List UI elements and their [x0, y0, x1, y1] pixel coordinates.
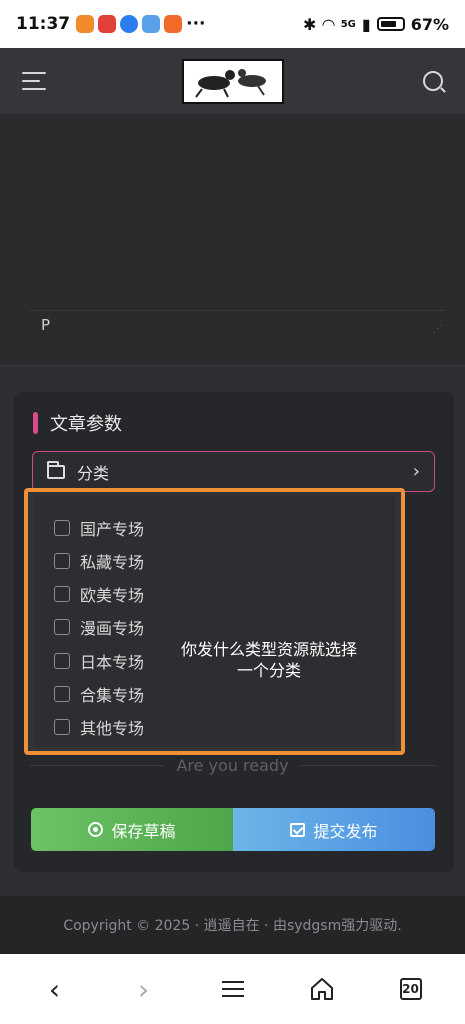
- content-editor[interactable]: P ⋰: [0, 114, 465, 366]
- dot-circle-icon: [88, 822, 104, 837]
- checkbox[interactable]: [54, 653, 70, 669]
- submit-publish-label: 提交发布: [313, 821, 378, 841]
- category-option[interactable]: 其他专场: [54, 715, 144, 739]
- background-card-edge: [405, 530, 453, 718]
- menu-icon[interactable]: [22, 72, 46, 90]
- search-icon[interactable]: [423, 71, 443, 91]
- category-option[interactable]: 国产专场: [54, 516, 144, 540]
- site-header: [0, 48, 465, 114]
- category-option[interactable]: 私藏专场: [54, 549, 144, 573]
- category-option[interactable]: 合集专场: [54, 682, 144, 706]
- section-title: 文章参数: [33, 410, 122, 436]
- bluetooth-icon: ✱: [303, 14, 317, 34]
- checkbox[interactable]: [54, 553, 70, 569]
- category-option[interactable]: 漫画专场: [54, 615, 144, 639]
- browser-menu-icon[interactable]: [213, 969, 253, 1009]
- category-label: 分类: [77, 463, 110, 483]
- category-option-label: 私藏专场: [80, 553, 145, 572]
- copyright-text: Copyright © 2025 · 逍遥自在 · 由sydgsm强力驱动.: [63, 918, 402, 934]
- accent-bar: [33, 412, 38, 434]
- editor-block-indicator: P: [41, 316, 51, 334]
- signal-icon: ▮: [361, 14, 371, 34]
- category-dropdown: 国产专场 私藏专场 欧美专场 漫画专场 日本专场 合集专场 其他专场 你发什么类…: [24, 488, 405, 755]
- action-buttons: 保存草稿 提交发布: [31, 808, 435, 851]
- category-option-label: 日本专场: [80, 653, 145, 672]
- app-notification-icon: [98, 15, 117, 33]
- check-square-icon: [290, 822, 306, 837]
- ready-text: Are you ready: [176, 756, 289, 775]
- site-logo[interactable]: [182, 59, 284, 104]
- back-icon[interactable]: ‹: [35, 969, 75, 1009]
- folder-open-icon: [47, 460, 65, 479]
- more-notifications: ···: [186, 14, 206, 34]
- section-title-text: 文章参数: [50, 414, 122, 435]
- network-label: 5G: [340, 18, 356, 30]
- category-option-label: 欧美专场: [80, 586, 145, 605]
- category-option-label: 国产专场: [80, 520, 145, 539]
- status-bar: 11:37 ··· ✱ ◠ 5G ▮ 67%: [0, 0, 465, 48]
- category-option-label: 其他专场: [80, 719, 145, 738]
- category-option-label: 合集专场: [80, 686, 145, 705]
- checkbox[interactable]: [54, 686, 70, 702]
- save-draft-label: 保存草稿: [111, 821, 176, 841]
- save-draft-button[interactable]: 保存草稿: [31, 808, 233, 851]
- submit-publish-button[interactable]: 提交发布: [233, 808, 435, 851]
- browser-nav-bar: ‹ › 20: [0, 954, 465, 1024]
- wifi-icon: ◠: [322, 14, 335, 34]
- ready-separator: Are you ready: [30, 756, 435, 775]
- app-notification-icon: [76, 15, 95, 33]
- annotation-hint-line: 你发什么类型资源就选择: [180, 640, 357, 659]
- annotation-hint: 你发什么类型资源就选择 一个分类: [164, 639, 374, 681]
- home-icon[interactable]: [302, 969, 342, 1009]
- battery-icon: [376, 17, 405, 31]
- resize-handle-icon[interactable]: ⋰: [433, 324, 443, 335]
- checkbox[interactable]: [54, 520, 70, 536]
- tabs-icon[interactable]: 20: [391, 969, 431, 1009]
- category-option[interactable]: 日本专场: [54, 649, 144, 673]
- tabs-count: 20: [399, 978, 422, 1000]
- checkbox[interactable]: [54, 619, 70, 635]
- chevron-right-icon: ›: [412, 461, 420, 482]
- category-select[interactable]: 分类 ›: [32, 451, 435, 492]
- category-list: 国产专场 私藏专场 欧美专场 漫画专场 日本专场 合集专场 其他专场 你发什么类…: [34, 496, 395, 747]
- checkbox[interactable]: [54, 586, 70, 602]
- annotation-hint-line: 一个分类: [236, 661, 301, 680]
- checkbox[interactable]: [54, 719, 70, 735]
- app-notification-icon: [142, 15, 161, 33]
- app-notification-icon: [164, 15, 183, 33]
- category-option-label: 漫画专场: [80, 619, 145, 638]
- forward-icon[interactable]: ›: [124, 969, 164, 1009]
- app-notification-icon: [120, 15, 139, 33]
- battery-percent: 67%: [410, 14, 449, 34]
- clock: 11:37: [16, 14, 71, 34]
- editor-divider: [30, 310, 445, 311]
- category-option[interactable]: 欧美专场: [54, 582, 144, 606]
- site-footer: Copyright © 2025 · 逍遥自在 · 由sydgsm强力驱动.: [0, 896, 465, 954]
